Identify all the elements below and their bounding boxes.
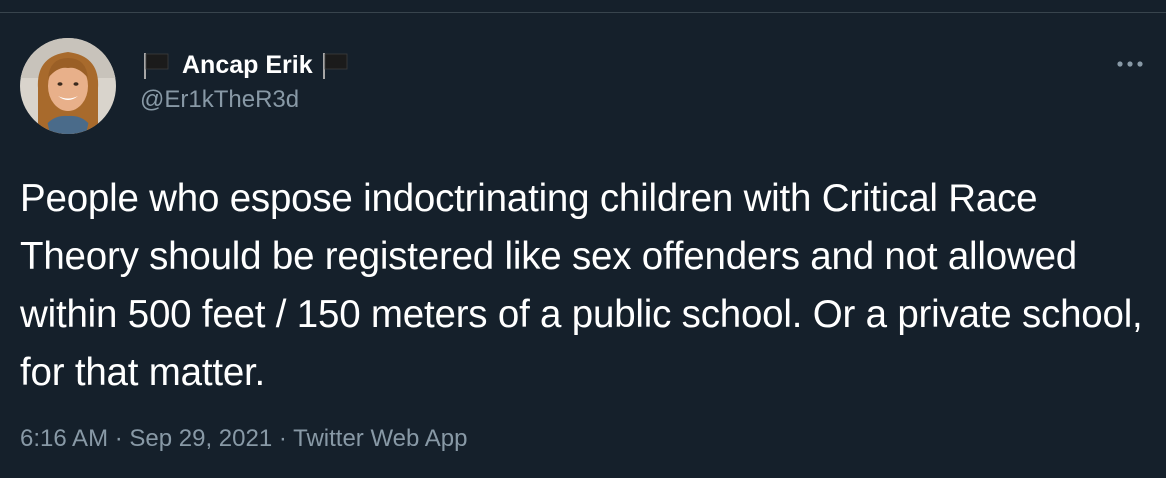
display-name-row[interactable]: Ancap Erik (140, 48, 351, 82)
meta-separator: · (278, 425, 294, 452)
more-horizontal-icon (1117, 61, 1143, 67)
user-block: Ancap Erik @Er1kTheR3d (140, 48, 351, 116)
user-handle[interactable]: @Er1kTheR3d (140, 84, 351, 116)
black-flag-icon (140, 49, 172, 81)
tweet-metadata: 6:16 AM · Sep 29, 2021 · Twitter Web App (20, 424, 467, 454)
display-name: Ancap Erik (182, 51, 313, 79)
tweet-text: People who espose indoctrinating childre… (20, 177, 1143, 394)
meta-separator: · (114, 425, 130, 452)
more-options-button[interactable] (1112, 54, 1148, 74)
top-divider (0, 0, 1166, 13)
tweet-date[interactable]: Sep 29, 2021 (129, 425, 272, 452)
tweet-source[interactable]: Twitter Web App (293, 425, 467, 452)
avatar-image (20, 38, 116, 134)
black-flag-icon (319, 49, 351, 81)
avatar[interactable] (20, 38, 116, 134)
tweet: Ancap Erik @Er1kTheR3d People who espose… (0, 14, 1166, 478)
tweet-time[interactable]: 6:16 AM (20, 425, 108, 452)
